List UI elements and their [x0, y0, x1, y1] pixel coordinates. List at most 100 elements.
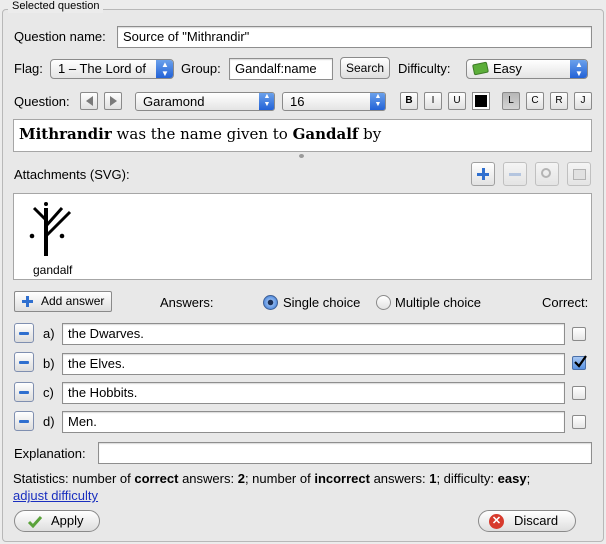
- font-size-select-value: 16: [290, 94, 305, 109]
- popup-arrows-icon: ▲ ▼: [259, 93, 274, 110]
- difficulty-label: Difficulty:: [398, 61, 451, 76]
- answer-text-field[interactable]: Men.: [62, 411, 565, 433]
- correct-checkbox[interactable]: [572, 386, 586, 400]
- remove-answer-button[interactable]: [14, 323, 34, 343]
- align-right-button[interactable]: R: [550, 92, 568, 110]
- flag-label: Flag:: [14, 61, 43, 76]
- discard-button[interactable]: ✕ Discard: [478, 510, 576, 532]
- minus-icon: [19, 361, 29, 364]
- adjust-difficulty-link[interactable]: adjust difficulty: [13, 488, 98, 504]
- group-label: Group:: [181, 61, 221, 76]
- answer-letter: d): [43, 414, 55, 429]
- view-attachment-button[interactable]: [535, 162, 559, 186]
- apply-label: Apply: [51, 513, 84, 528]
- align-left-button[interactable]: L: [502, 92, 520, 110]
- answer-text-field[interactable]: the Hobbits.: [62, 382, 565, 404]
- question-name-field[interactable]: Source of "Mithrandir": [117, 26, 592, 48]
- checkmark-icon: [574, 355, 587, 368]
- plus-icon-vertical: [26, 296, 29, 307]
- next-question-button[interactable]: [104, 92, 122, 110]
- answer-letter: c): [43, 385, 54, 400]
- popup-arrows-icon: ▲ ▼: [156, 60, 173, 78]
- stats-text-6: ;: [526, 471, 531, 486]
- apply-button[interactable]: Apply: [14, 510, 100, 532]
- align-justify-button[interactable]: J: [574, 92, 592, 110]
- stats-text-2: answers:: [178, 471, 238, 486]
- correct-checkbox[interactable]: [572, 415, 586, 429]
- popup-arrows-icon: ▲ ▼: [370, 93, 385, 110]
- answer-letter: b): [43, 356, 55, 371]
- minus-icon: [19, 391, 29, 394]
- group-title: Selected question: [8, 0, 104, 13]
- font-select-value: Garamond: [143, 94, 205, 109]
- difficulty-select[interactable]: Easy ▲ ▼: [466, 59, 588, 79]
- stats-incorrect-word: incorrect: [314, 471, 370, 486]
- underline-button[interactable]: U: [448, 92, 466, 110]
- stats-text-1: Statistics: number of: [13, 471, 135, 486]
- remove-answer-button[interactable]: [14, 382, 34, 402]
- correct-checkbox[interactable]: [572, 355, 587, 370]
- attachments-label: Attachments (SVG):: [14, 167, 130, 182]
- text-color-well[interactable]: [472, 92, 490, 110]
- attachment-name: gandalf: [33, 263, 73, 277]
- correct-checkbox[interactable]: [572, 327, 586, 341]
- font-size-select[interactable]: 16 ▲ ▼: [282, 92, 386, 111]
- minus-icon: [19, 420, 29, 423]
- remove-attachment-button[interactable]: [503, 162, 527, 186]
- difficulty-flag-icon: [472, 61, 489, 76]
- explanation-label: Explanation:: [14, 446, 86, 461]
- triangle-right-icon: [109, 96, 117, 106]
- stats-text-3: ; number of: [244, 471, 315, 486]
- attachments-panel: gandalf: [13, 193, 592, 280]
- align-center-button[interactable]: C: [526, 92, 544, 110]
- multiple-choice-radio[interactable]: [376, 295, 391, 310]
- font-select[interactable]: Garamond ▲ ▼: [135, 92, 275, 111]
- discard-label: Discard: [514, 513, 559, 528]
- remove-answer-button[interactable]: [14, 352, 34, 372]
- stats-difficulty: easy: [497, 471, 527, 486]
- single-choice-radio[interactable]: [263, 295, 278, 310]
- single-choice-label[interactable]: Single choice: [283, 295, 360, 311]
- flag-select-value: 1 – The Lord of: [58, 61, 146, 76]
- answer-text-field[interactable]: the Dwarves.: [62, 323, 565, 345]
- question-text-bold-1: Mithrandir: [19, 125, 112, 143]
- add-attachment-button[interactable]: [471, 162, 495, 186]
- plus-icon-vertical: [482, 168, 485, 180]
- magnifier-icon: [541, 168, 551, 178]
- checkmark-icon: [27, 516, 43, 528]
- question-text-editor[interactable]: Mithrandir was the name given to Gandalf…: [13, 119, 592, 152]
- text-color-swatch: [475, 95, 487, 107]
- add-answer-label: Add answer: [41, 294, 105, 308]
- correct-label: Correct:: [542, 295, 589, 310]
- discard-x-icon: ✕: [489, 514, 504, 529]
- triangle-left-icon: [85, 96, 93, 106]
- answers-label: Answers:: [160, 295, 214, 310]
- minus-icon: [19, 332, 29, 335]
- bold-button[interactable]: B: [400, 92, 418, 110]
- answer-text-field[interactable]: the Elves.: [62, 353, 565, 375]
- difficulty-select-value: Easy: [493, 61, 522, 76]
- stats-correct-count: 2: [237, 471, 245, 486]
- add-answer-button[interactable]: Add answer: [14, 291, 112, 312]
- explanation-field[interactable]: [98, 442, 592, 464]
- statistics-text: Statistics: number of correct answers: 2…: [13, 471, 530, 487]
- question-format-label: Question:: [14, 94, 70, 109]
- search-button[interactable]: Search: [340, 57, 390, 79]
- export-icon: [573, 169, 586, 180]
- answer-letter: a): [43, 326, 55, 341]
- gandalf-rune-icon: [29, 202, 72, 256]
- question-text-part-1: was the name given to: [111, 125, 293, 143]
- italic-button[interactable]: I: [424, 92, 442, 110]
- remove-answer-button[interactable]: [14, 411, 34, 431]
- popup-arrows-icon: ▲ ▼: [570, 60, 587, 78]
- multiple-choice-label[interactable]: Multiple choice: [395, 295, 481, 311]
- attachment-item[interactable]: gandalf: [26, 200, 86, 278]
- prev-question-button[interactable]: [80, 92, 98, 110]
- minus-icon: [509, 173, 521, 176]
- flag-select[interactable]: 1 – The Lord of ▲ ▼: [50, 59, 174, 79]
- question-name-label: Question name:: [14, 29, 106, 44]
- question-text-bold-2: Gandalf: [292, 125, 359, 143]
- export-attachment-button[interactable]: [567, 162, 591, 186]
- split-handle-icon[interactable]: [299, 154, 304, 158]
- group-field[interactable]: Gandalf:name: [229, 58, 333, 80]
